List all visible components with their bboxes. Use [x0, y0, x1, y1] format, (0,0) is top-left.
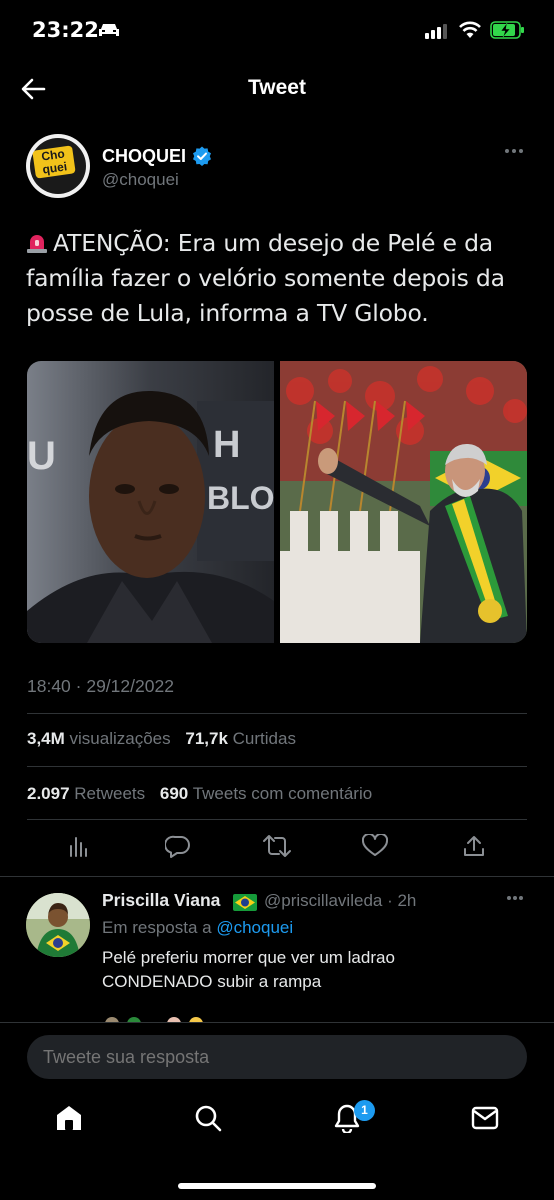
home-icon	[57, 1106, 81, 1130]
avatar-logo: Cho quei	[32, 145, 76, 179]
page-title: Tweet	[248, 76, 306, 99]
reply-icon	[165, 835, 190, 858]
analytics-icon	[70, 837, 87, 857]
reply-button[interactable]	[162, 828, 194, 864]
more-options-icon[interactable]	[504, 148, 524, 154]
quotes-count[interactable]: 690	[160, 784, 188, 803]
svg-text:U: U	[27, 434, 56, 478]
divider	[27, 819, 527, 820]
author-name[interactable]: CHOQUEI	[102, 146, 186, 167]
battery-charging-icon	[490, 21, 524, 39]
author-handle[interactable]: @choquei	[102, 170, 179, 190]
reply-to-mention[interactable]: @choquei	[216, 918, 293, 937]
tab-messages[interactable]	[467, 1100, 503, 1136]
reply-text-line: Pelé preferiu morrer que ver um ladrao	[102, 948, 395, 967]
tweet-text-body: ATENÇÃO: Era um desejo de Pelé e da famí…	[26, 229, 505, 327]
share-button[interactable]	[458, 828, 490, 864]
divider	[27, 766, 527, 767]
reply-handle-time: @priscillavileda · 2h	[264, 891, 417, 910]
divider	[27, 713, 527, 714]
retweet-button[interactable]	[261, 828, 293, 864]
cellular-signal-icon	[425, 24, 447, 39]
tweet-timestamp[interactable]: 18:40 · 29/12/2022	[27, 676, 174, 697]
likes-label[interactable]: Curtidas	[233, 729, 296, 748]
verified-badge-icon	[193, 146, 211, 166]
tab-search[interactable]	[190, 1100, 226, 1136]
like-button[interactable]	[359, 828, 391, 864]
status-bar: 23:22	[0, 0, 554, 62]
retweets-count[interactable]: 2.097	[27, 784, 70, 803]
retweet-icon	[263, 835, 291, 857]
author-avatar[interactable]: Cho quei	[26, 134, 90, 198]
rotating-light-icon	[27, 235, 47, 253]
reply-tweet[interactable]: Priscilla Viana @priscillavileda · 2h Em…	[0, 876, 554, 1026]
tweet-media[interactable]: H BLO U	[27, 361, 527, 643]
tweet-text: ATENÇÃO: Era um desejo de Pelé e da famí…	[26, 226, 536, 331]
reply-context: Em resposta a @choquei	[102, 918, 293, 938]
tab-home[interactable]	[51, 1100, 87, 1136]
svg-text:BLO: BLO	[207, 480, 274, 516]
bottom-tab-bar	[0, 1100, 554, 1144]
tweet-actions	[27, 828, 527, 868]
views-count: 3,4M	[27, 729, 65, 748]
reply-text-line: CONDENADO subir a rampa	[102, 972, 322, 991]
mail-icon	[471, 1106, 499, 1130]
views-likes-row: 3,4M visualizações 71,7k Curtidas	[27, 729, 296, 749]
reply-text: Pelé preferiu morrer que ver um ladrao C…	[102, 946, 522, 994]
retweets-label[interactable]: Retweets	[74, 784, 145, 803]
analytics-button[interactable]	[63, 828, 95, 864]
reply-author-name[interactable]: Priscilla Viana	[102, 890, 220, 911]
search-icon	[195, 1105, 222, 1132]
reply-avatar[interactable]	[26, 893, 90, 957]
notifications-badge: 1	[354, 1100, 375, 1121]
likes-count[interactable]: 71,7k	[185, 729, 228, 748]
views-label: visualizações	[69, 729, 171, 748]
car-icon	[99, 24, 119, 36]
more-options-icon[interactable]	[506, 895, 524, 901]
brazil-flag-icon	[233, 894, 257, 911]
home-indicator[interactable]	[178, 1183, 376, 1189]
status-time: 23:22	[32, 18, 99, 42]
media-photo-pele[interactable]: H BLO U	[27, 361, 274, 643]
tweet-header: Cho quei CHOQUEI @choquei	[26, 134, 536, 198]
reply-to-prefix: Em resposta a	[102, 918, 212, 937]
wifi-icon	[459, 21, 481, 38]
retweets-quotes-row: 2.097 Retweets 690 Tweets com comentário	[27, 784, 372, 804]
svg-text:H: H	[213, 424, 240, 466]
heart-icon	[362, 834, 388, 856]
reply-input[interactable]	[27, 1035, 527, 1079]
media-photo-lula[interactable]	[280, 361, 527, 643]
quotes-label[interactable]: Tweets com comentário	[193, 784, 373, 803]
share-icon	[464, 836, 484, 856]
nav-header: Tweet	[0, 62, 554, 116]
